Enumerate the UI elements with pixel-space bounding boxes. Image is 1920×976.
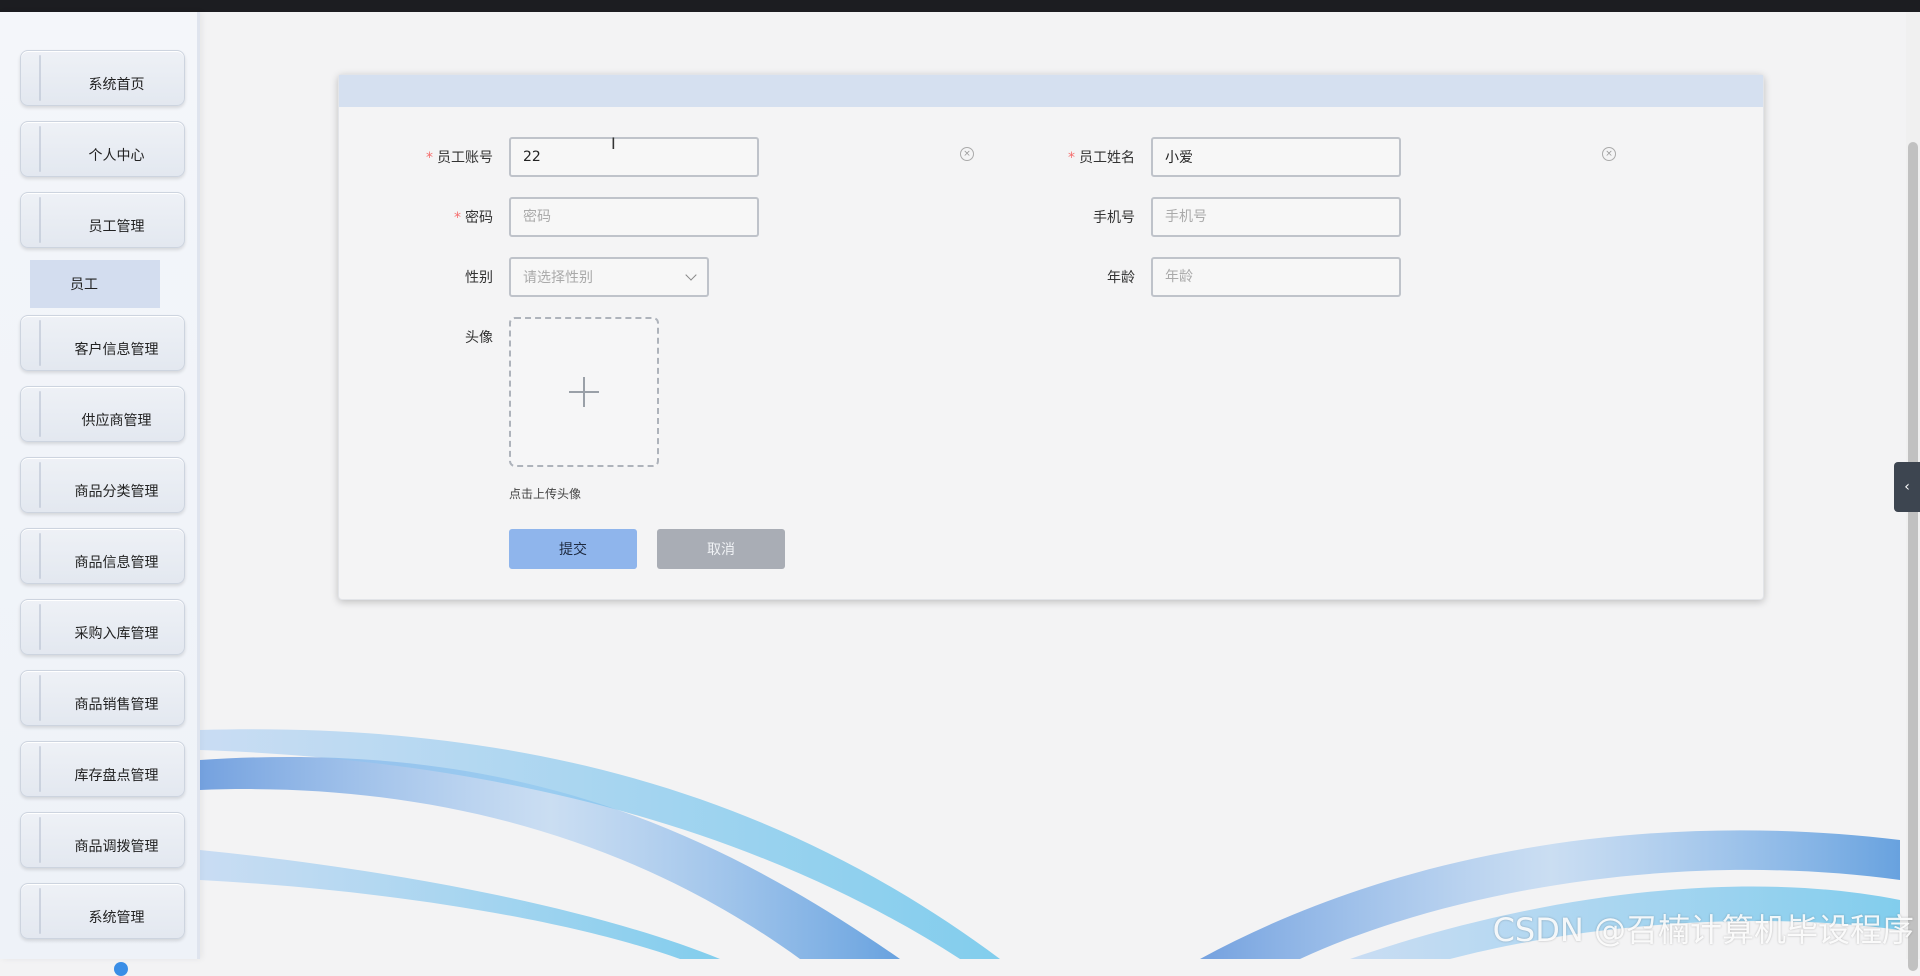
- sidebar-item-goods[interactable]: 商品信息管理: [20, 528, 185, 584]
- sidebar-item-label: 供应商管理: [81, 413, 152, 429]
- gender-label: 性别: [465, 270, 493, 286]
- required-mark: *: [454, 210, 461, 226]
- phone-input[interactable]: [1151, 197, 1401, 237]
- collapse-panel-tab[interactable]: ‹: [1894, 462, 1920, 512]
- sidebar-item-label: 商品信息管理: [74, 555, 159, 571]
- phone-label: 手机号: [1093, 210, 1135, 226]
- age-label: 年龄: [1107, 270, 1135, 286]
- sidebar-item-employee[interactable]: 员工管理: [20, 192, 185, 248]
- required-mark: *: [1068, 150, 1075, 166]
- account-input[interactable]: [509, 137, 759, 177]
- sidebar-item-label: 商品分类管理: [74, 484, 159, 500]
- sidebar-item-label: 客户信息管理: [74, 342, 159, 358]
- sidebar-item-system[interactable]: 系统管理: [20, 883, 185, 939]
- scrollbar-thumb[interactable]: [1908, 142, 1918, 971]
- avatar-upload-box[interactable]: [509, 317, 659, 467]
- sidebar-item-label: 系统管理: [88, 910, 145, 926]
- chevron-down-icon: [685, 269, 697, 281]
- password-label: * 密码: [454, 210, 493, 226]
- sidebar-scroll-dot: [114, 962, 128, 976]
- sidebar-item-label: 员工管理: [88, 219, 145, 235]
- upload-tip: 点击上传头像: [509, 487, 582, 501]
- password-input[interactable]: [509, 197, 759, 237]
- submenu-item-employee[interactable]: 员工: [30, 260, 160, 308]
- sidebar-item-supplier[interactable]: 供应商管理: [20, 386, 185, 442]
- text-cursor-icon: I: [611, 134, 616, 153]
- employee-form-card: *员工账号 × *员工姓名 × *密码 手机号 性别 请选择性别 年龄 头像 点…: [338, 74, 1764, 600]
- sidebar-item-inventory[interactable]: 库存盘点管理: [20, 741, 185, 797]
- submit-button[interactable]: 提交: [509, 529, 637, 569]
- required-mark: *: [426, 150, 433, 166]
- clear-icon[interactable]: ×: [960, 147, 974, 161]
- sidebar-item-profile[interactable]: 个人中心: [20, 121, 185, 177]
- sidebar-item-sales[interactable]: 商品销售管理: [20, 670, 185, 726]
- cancel-button[interactable]: 取消: [657, 529, 785, 569]
- sidebar-item-label: 系统首页: [88, 77, 145, 93]
- top-bar: [0, 0, 1920, 12]
- sidebar-item-label: 采购入库管理: [74, 626, 159, 642]
- sidebar-item-transfer[interactable]: 商品调拨管理: [20, 812, 185, 868]
- name-label: * 员工姓名: [1068, 150, 1135, 166]
- sidebar-item-label: 库存盘点管理: [74, 768, 159, 784]
- watermark: CSDN @召楠计算机毕设程序: [1492, 911, 1914, 949]
- account-label: * 员工账号: [426, 150, 493, 166]
- sidebar-item-purchase[interactable]: 采购入库管理: [20, 599, 185, 655]
- avatar-label: 头像: [465, 330, 493, 346]
- sidebar: 系统首页 个人中心 员工管理 员工 客户信息管理 供应商管理 商品分类管理 商品…: [0, 12, 200, 976]
- clear-icon[interactable]: ×: [1602, 147, 1616, 161]
- chevron-left-icon: ‹: [1904, 479, 1910, 495]
- sidebar-item-home[interactable]: 系统首页: [20, 50, 185, 106]
- age-input[interactable]: [1151, 257, 1401, 297]
- sidebar-item-label: 商品调拨管理: [74, 839, 159, 855]
- sidebar-item-category[interactable]: 商品分类管理: [20, 457, 185, 513]
- gender-select[interactable]: 请选择性别: [509, 257, 709, 297]
- name-input[interactable]: [1151, 137, 1401, 177]
- sidebar-item-label: 商品销售管理: [74, 697, 159, 713]
- sidebar-item-customer[interactable]: 客户信息管理: [20, 315, 185, 371]
- sidebar-item-label: 个人中心: [88, 148, 145, 164]
- card-header: [339, 75, 1763, 107]
- gender-select-placeholder: 请选择性别: [523, 270, 593, 286]
- plus-icon: [569, 377, 599, 407]
